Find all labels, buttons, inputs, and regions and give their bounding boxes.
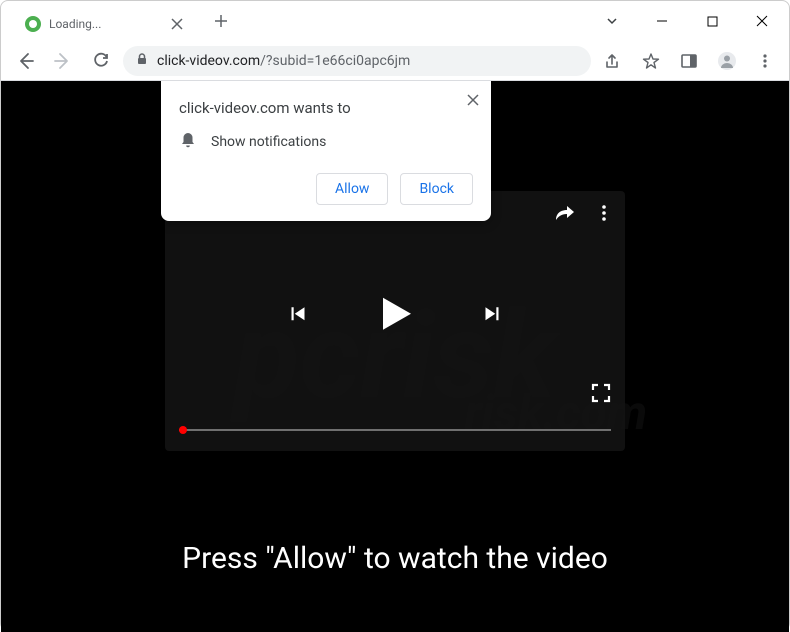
player-share-button[interactable] <box>553 201 577 229</box>
bell-icon <box>179 131 197 153</box>
skip-previous-icon <box>285 301 311 327</box>
profile-button[interactable] <box>711 45 743 77</box>
chevron-down-icon <box>605 14 619 28</box>
progress-bar[interactable] <box>179 429 611 431</box>
share-icon <box>604 52 622 70</box>
fullscreen-button[interactable] <box>591 383 611 407</box>
arrow-right-icon <box>54 52 72 70</box>
plus-icon <box>214 14 228 28</box>
reload-icon <box>92 52 110 70</box>
block-button[interactable]: Block <box>400 173 473 205</box>
tab-search-button[interactable] <box>589 5 635 37</box>
address-bar[interactable]: click-videov.com/?subid=1e66ci0apc6jm <box>123 46 591 76</box>
window-close-button[interactable] <box>739 5 785 37</box>
kebab-icon <box>595 204 613 222</box>
side-panel-button[interactable] <box>673 45 705 77</box>
window-controls <box>589 5 785 37</box>
lock-icon <box>135 52 149 70</box>
next-button[interactable] <box>479 301 505 331</box>
profile-icon <box>717 51 737 71</box>
share-arrow-icon <box>553 201 577 225</box>
allow-button[interactable]: Allow <box>316 173 388 205</box>
player-top-controls <box>553 201 613 229</box>
tab-title: Loading... <box>49 17 101 31</box>
prompt-close-button[interactable] <box>467 91 479 110</box>
video-player[interactable] <box>165 191 625 451</box>
skip-next-icon <box>479 301 505 327</box>
prompt-permission-row: Show notifications <box>179 131 473 153</box>
close-icon <box>756 15 768 27</box>
titlebar: Loading... <box>1 1 789 41</box>
share-button[interactable] <box>597 45 629 77</box>
arrow-left-icon <box>16 52 34 70</box>
tab-close-button[interactable] <box>169 16 185 32</box>
maximize-icon <box>707 16 718 27</box>
bookmark-button[interactable] <box>635 45 667 77</box>
panel-icon <box>680 52 698 70</box>
permission-prompt: click-videov.com wants to Show notificat… <box>161 81 491 221</box>
play-button[interactable] <box>371 290 419 342</box>
player-mid-controls <box>285 290 505 342</box>
kebab-icon <box>756 52 774 70</box>
page-content: pcrisk risk.com Press "Allow <box>1 81 789 632</box>
player-menu-button[interactable] <box>595 204 613 226</box>
prompt-permission-label: Show notifications <box>211 134 326 150</box>
star-icon <box>642 52 660 70</box>
prompt-title: click-videov.com wants to <box>179 99 473 117</box>
window-minimize-button[interactable] <box>639 5 685 37</box>
new-tab-button[interactable] <box>207 7 235 35</box>
fullscreen-icon <box>591 383 611 403</box>
menu-button[interactable] <box>749 45 781 77</box>
close-icon <box>467 94 479 106</box>
url-text: click-videov.com/?subid=1e66ci0apc6jm <box>157 53 410 69</box>
nav-forward-button[interactable] <box>47 45 79 77</box>
play-icon <box>371 290 419 338</box>
browser-tab[interactable]: Loading... <box>13 7 197 41</box>
nav-reload-button[interactable] <box>85 45 117 77</box>
nav-back-button[interactable] <box>9 45 41 77</box>
window-maximize-button[interactable] <box>689 5 735 37</box>
close-icon <box>171 18 183 30</box>
tab-favicon <box>25 16 41 32</box>
toolbar: click-videov.com/?subid=1e66ci0apc6jm <box>1 41 789 81</box>
previous-button[interactable] <box>285 301 311 331</box>
page-caption: Press "Allow" to watch the video <box>1 541 789 576</box>
minimize-icon <box>656 15 668 27</box>
